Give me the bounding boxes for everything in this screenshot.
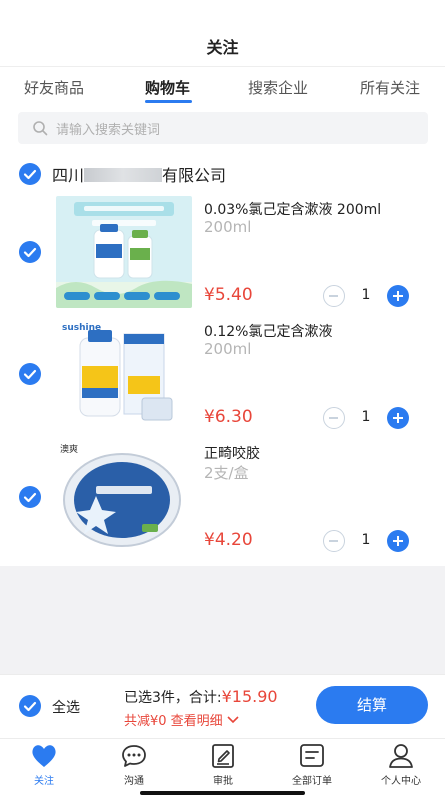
increase-button[interactable]: [387, 407, 409, 429]
nav-item-profile[interactable]: 个人中心: [361, 743, 441, 793]
shop-name: 四川 有限公司: [52, 162, 226, 186]
order-icon: [300, 744, 324, 767]
product-checkbox[interactable]: [19, 486, 41, 508]
product-price: ¥5.40: [204, 285, 253, 305]
page-title: 关注: [206, 38, 239, 57]
product-price: ¥4.20: [204, 530, 253, 550]
quantity-value[interactable]: 1: [356, 287, 376, 303]
nav-label: 全部订单: [292, 776, 332, 787]
select-all-checkbox[interactable]: [19, 695, 41, 717]
user-icon: [389, 744, 413, 768]
bottom-nav: 关注 沟通 审批 全部订单 个人中心: [0, 738, 445, 795]
product-price: ¥6.30: [204, 407, 253, 427]
product-spec: 2支/盒: [204, 464, 249, 482]
product-name: 0.03%氯己定含漱液 200ml: [204, 202, 382, 218]
product-spec: 200ml: [204, 340, 252, 358]
total-price: ¥15.90: [221, 687, 278, 706]
shop-name-end: 有限公司: [162, 166, 227, 185]
product-image-tag: 澳爽: [60, 445, 79, 455]
tab-all-follows[interactable]: 所有关注: [360, 77, 420, 98]
shop-checkbox[interactable]: [19, 163, 41, 185]
select-all-label[interactable]: 全选: [52, 697, 80, 717]
checkout-button[interactable]: 结算: [316, 686, 428, 724]
search-icon: [33, 121, 48, 136]
home-indicator: [140, 791, 305, 795]
quantity-value[interactable]: 1: [356, 409, 376, 425]
chevron-down-icon: [227, 716, 239, 724]
nav-label: 关注: [34, 776, 54, 787]
chat-icon: [122, 745, 146, 767]
increase-button[interactable]: [387, 530, 409, 552]
checkout-bar: 全选 已选3件，合计:¥15.90 共减¥0 查看明细 结算: [0, 674, 445, 738]
tab-bar: 好友商品 购物车 搜索企业 所有关注: [0, 66, 445, 106]
product-spec: 200ml: [204, 218, 252, 236]
product-image[interactable]: sushine: [56, 318, 192, 430]
selected-count-text: 已选3件，合计:: [124, 690, 222, 706]
nav-item-approval[interactable]: 审批: [183, 743, 263, 793]
increase-button[interactable]: [387, 285, 409, 307]
nav-item-chat[interactable]: 沟通: [94, 743, 174, 793]
page-header: 关注: [0, 0, 445, 66]
decrease-button[interactable]: [323, 407, 345, 429]
nav-label: 个人中心: [381, 776, 421, 787]
product-checkbox[interactable]: [19, 363, 41, 385]
edit-icon: [212, 744, 234, 768]
discount-text: 共减¥0 查看明细: [124, 714, 223, 729]
nav-item-all-orders[interactable]: 全部订单: [272, 743, 352, 793]
product-checkbox[interactable]: [19, 241, 41, 263]
product-image[interactable]: 澳爽: [56, 440, 192, 552]
decrease-button[interactable]: [323, 285, 345, 307]
shop-name-obscured: [84, 168, 163, 182]
search-placeholder: 请输入搜索关键词: [56, 123, 161, 138]
nav-label: 审批: [213, 776, 233, 787]
tab-cart[interactable]: 购物车: [145, 77, 190, 98]
decrease-button[interactable]: [323, 530, 345, 552]
nav-label: 沟通: [124, 776, 144, 787]
empty-area: [0, 566, 445, 674]
selected-summary: 已选3件，合计:¥15.90: [124, 687, 278, 707]
heart-icon: [32, 745, 56, 767]
product-name: 0.12%氯己定含漱液: [204, 324, 333, 340]
search-input[interactable]: 请输入搜索关键词: [18, 112, 428, 144]
nav-item-follow[interactable]: 关注: [4, 743, 84, 793]
shop-name-start: 四川: [52, 166, 85, 185]
product-image[interactable]: [56, 196, 192, 308]
active-tab-indicator: [145, 100, 192, 103]
product-name: 正畸咬胶: [204, 446, 260, 462]
discount-detail-link[interactable]: 共减¥0 查看明细: [124, 710, 239, 729]
tab-friend-products[interactable]: 好友商品: [24, 77, 84, 98]
tab-search-company[interactable]: 搜索企业: [248, 77, 308, 98]
quantity-value[interactable]: 1: [356, 532, 376, 548]
